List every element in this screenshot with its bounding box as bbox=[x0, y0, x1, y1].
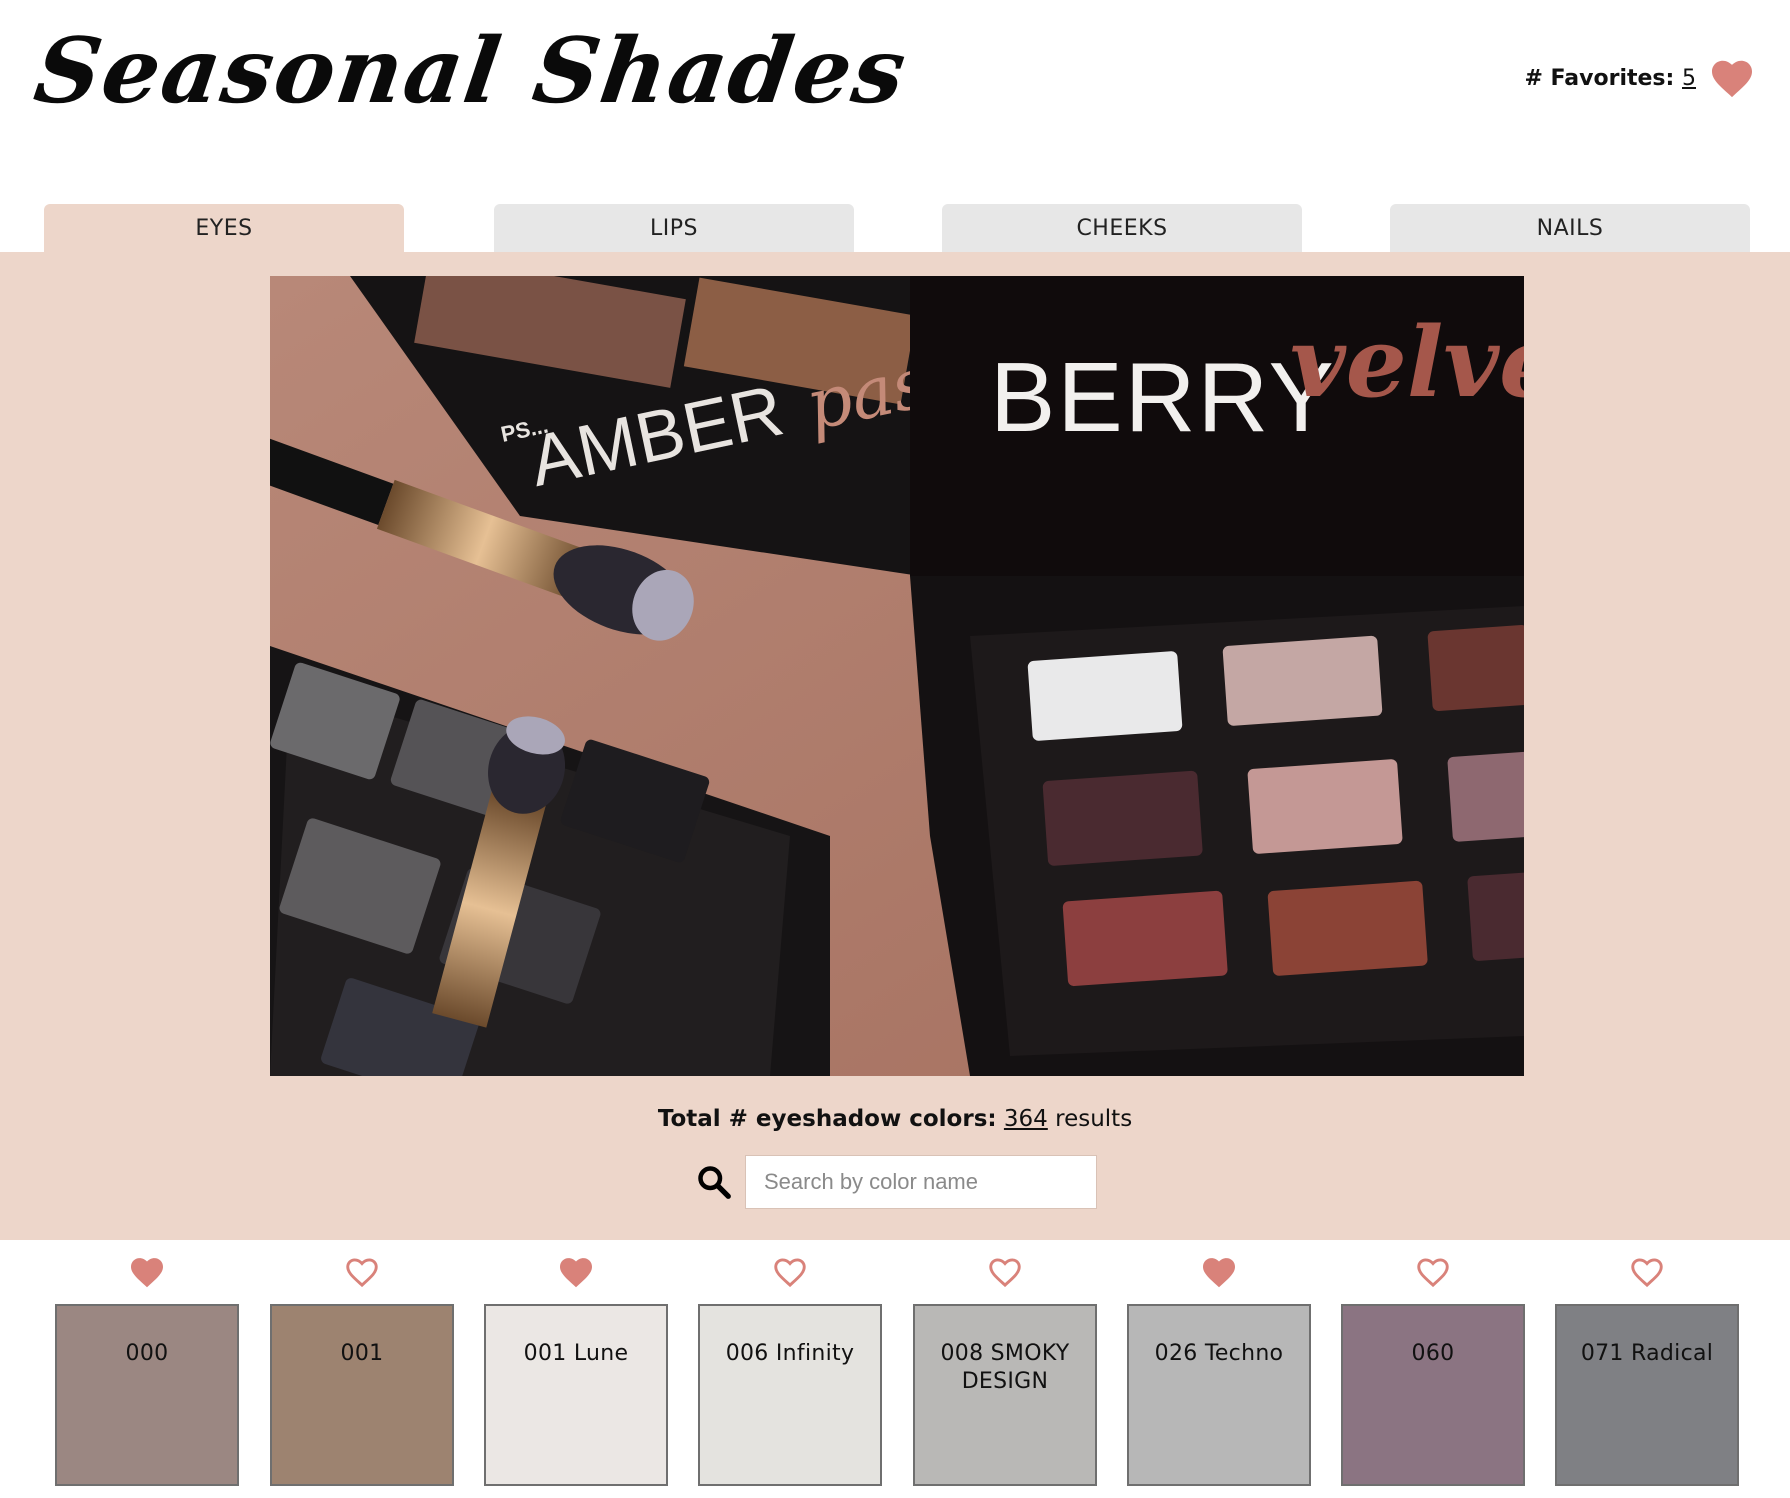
search-icon[interactable] bbox=[696, 1164, 732, 1200]
photo-text-berry: BERRY bbox=[990, 342, 1336, 452]
results-label: Total # eyeshadow colors: bbox=[657, 1106, 997, 1132]
results-suffix: results bbox=[1055, 1106, 1133, 1132]
swatch-item: 060 bbox=[1341, 1240, 1525, 1486]
heart-filled-icon[interactable] bbox=[1127, 1256, 1311, 1290]
swatch-item: 008 SMOKY DESIGN bbox=[913, 1240, 1097, 1486]
tab-nails[interactable]: NAILS bbox=[1390, 204, 1750, 252]
tab-lips[interactable]: LIPS bbox=[494, 204, 854, 252]
results-total: Total # eyeshadow colors: 364 results bbox=[0, 1106, 1790, 1132]
category-tabs: EYES LIPS CHEEKS NAILS bbox=[0, 204, 1790, 252]
heart-outline-icon[interactable] bbox=[698, 1256, 882, 1290]
results-count[interactable]: 364 bbox=[1004, 1106, 1048, 1132]
tab-cheeks[interactable]: CHEEKS bbox=[942, 204, 1302, 252]
favorites-count[interactable]: 5 bbox=[1682, 66, 1696, 91]
heart-outline-icon[interactable] bbox=[1341, 1256, 1525, 1290]
heart-outline-icon[interactable] bbox=[1555, 1256, 1739, 1290]
swatch-item: 001 Lune bbox=[484, 1240, 668, 1486]
heart-outline-icon[interactable] bbox=[270, 1256, 454, 1290]
swatch-item: 000 bbox=[55, 1240, 239, 1486]
swatch-item: 001 bbox=[270, 1240, 454, 1486]
color-swatch[interactable]: 026 Techno bbox=[1127, 1304, 1311, 1486]
swatch-item: 071 Radical bbox=[1555, 1240, 1739, 1486]
search-input[interactable] bbox=[746, 1156, 1096, 1208]
color-swatch[interactable]: 001 bbox=[270, 1304, 454, 1486]
heart-filled-icon[interactable] bbox=[1710, 58, 1754, 98]
tab-eyes[interactable]: EYES bbox=[44, 204, 404, 252]
search-bar bbox=[696, 1156, 1096, 1208]
eyeshadow-palette-photo: AMBER PS... pas BERRY velvets bbox=[270, 276, 1524, 1076]
app-logo[interactable]: Seasonal Shades bbox=[29, 18, 914, 124]
favorites-label: # Favorites: 5 bbox=[1524, 66, 1696, 91]
color-swatch[interactable]: 071 Radical bbox=[1555, 1304, 1739, 1486]
color-swatch[interactable]: 006 Infinity bbox=[698, 1304, 882, 1486]
swatch-item: 026 Techno bbox=[1127, 1240, 1311, 1486]
color-swatch[interactable]: 000 bbox=[55, 1304, 239, 1486]
color-swatch[interactable]: 001 Lune bbox=[484, 1304, 668, 1486]
swatch-grid: 000 001 001 Lune 006 Infinity 008 SMOKY DESI… bbox=[0, 1240, 1790, 1498]
hero-section: AMBER PS... pas BERRY velvets bbox=[0, 252, 1790, 1240]
swatch-item: 006 Infinity bbox=[698, 1240, 882, 1486]
heart-filled-icon[interactable] bbox=[484, 1256, 668, 1290]
favorites-counter[interactable]: # Favorites: 5 bbox=[1524, 58, 1754, 98]
color-swatch[interactable]: 060 bbox=[1341, 1304, 1525, 1486]
favorites-label-text: # Favorites: bbox=[1524, 65, 1675, 91]
color-swatch[interactable]: 008 SMOKY DESIGN bbox=[913, 1304, 1097, 1486]
photo-text-velvets: velvets bbox=[1290, 306, 1524, 419]
heart-filled-icon[interactable] bbox=[55, 1256, 239, 1290]
heart-outline-icon[interactable] bbox=[913, 1256, 1097, 1290]
